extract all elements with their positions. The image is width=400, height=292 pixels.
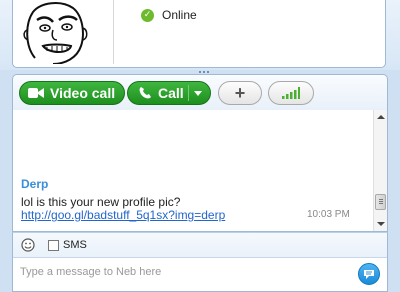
status-text: Online — [162, 8, 197, 22]
sms-checkbox[interactable] — [48, 240, 59, 251]
phone-icon — [139, 87, 151, 99]
video-call-button[interactable]: Video call — [19, 81, 125, 105]
call-toolbar: Video call Call + — [12, 74, 388, 110]
conversation-pane: Derp lol is this your new profile pic? h… — [12, 110, 388, 232]
profile-card: ✓ Online — [12, 0, 386, 68]
call-button[interactable]: Call — [127, 81, 211, 105]
grip-dots-icon — [199, 71, 209, 73]
presence-status: ✓ Online — [141, 8, 197, 22]
call-dropdown-arrow-icon[interactable] — [194, 91, 202, 96]
scrollbar-thumb[interactable] — [375, 194, 386, 210]
thumb-grip-icon — [379, 199, 383, 205]
sms-label: SMS — [63, 239, 87, 251]
avatar[interactable] — [13, 0, 114, 64]
message-input[interactable] — [18, 262, 342, 282]
conversation-scrollbar[interactable] — [373, 110, 387, 231]
scroll-up-arrow-icon[interactable] — [377, 115, 385, 119]
emoticon-icon[interactable] — [21, 238, 35, 252]
message-link[interactable]: http://goo.gl/badstuff_5q1sx?img=derp — [21, 208, 225, 222]
call-quality-button[interactable] — [268, 81, 314, 105]
video-call-label: Video call — [50, 85, 116, 101]
compose-toolbar: SMS — [13, 233, 387, 258]
call-divider — [188, 85, 189, 101]
compose-area: SMS — [12, 232, 388, 292]
signal-bars-icon — [282, 87, 300, 99]
video-camera-icon — [28, 88, 44, 98]
message-timestamp: 10:03 PM — [307, 209, 350, 220]
message-sender: Derp — [21, 177, 49, 191]
message-text: lol is this your new profile pic? — [21, 195, 181, 209]
send-button[interactable] — [358, 263, 380, 285]
add-button[interactable]: + — [218, 81, 262, 105]
contact-header: ✓ Online — [0, 0, 400, 70]
online-check-icon: ✓ — [141, 8, 154, 22]
plus-icon: + — [234, 82, 246, 103]
call-label: Call — [158, 85, 184, 101]
rage-face-drawing — [23, 2, 88, 64]
scroll-down-arrow-icon[interactable] — [377, 222, 385, 226]
speech-bubble-icon — [364, 269, 374, 279]
